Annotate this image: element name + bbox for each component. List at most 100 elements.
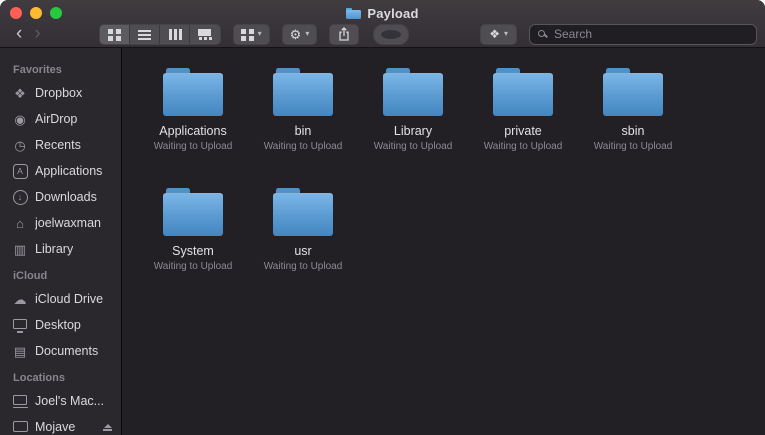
folder-name: sbin [621, 124, 645, 138]
folder-item[interactable]: usr Waiting to Upload [248, 188, 358, 272]
folder-status: Waiting to Upload [263, 141, 343, 152]
view-list-segment[interactable] [130, 24, 160, 44]
folder-icon [383, 68, 443, 116]
window-title-area: Payload [346, 2, 418, 21]
window-title: Payload [367, 5, 419, 21]
folder-name: bin [294, 124, 312, 138]
folder-status: Waiting to Upload [153, 261, 233, 272]
window-header: Payload ‹ › ▾ ⚙ ▾ ❖ ▾ Search [0, 0, 765, 48]
sidebar-item[interactable]: ☁ iCloud Drive [0, 286, 121, 312]
view-column-segment[interactable] [160, 24, 190, 44]
folder-name: System [172, 244, 214, 258]
sidebar-item[interactable]: ❖ Dropbox [0, 80, 121, 106]
finder-window: Payload ‹ › ▾ ⚙ ▾ ❖ ▾ Search Favorites ❖… [0, 0, 765, 435]
sidebar-item-label: Mojave [35, 420, 76, 434]
group-icon [240, 28, 254, 40]
content-area[interactable]: Applications Waiting to Upload bin Waiti… [122, 48, 765, 435]
folder-icon [163, 188, 223, 236]
sidebar-item-label: Library [35, 242, 74, 256]
sidebar-item[interactable]: ◷ Recents [0, 132, 121, 158]
folder-icon [273, 68, 333, 116]
sidebar-item-icon: ▥ [13, 241, 27, 257]
chevron-down-icon: ▾ [503, 29, 508, 38]
folder-item[interactable]: private Waiting to Upload [468, 68, 578, 152]
gear-icon: ⚙ [289, 26, 302, 42]
sidebar-item-icon [11, 189, 29, 205]
folder-icon [493, 68, 553, 116]
sidebar-section-items: ☁ iCloud Drive Desktop ▤ Documents [0, 286, 121, 364]
folder-item[interactable]: Library Waiting to Upload [358, 68, 468, 152]
sidebar-section-title: Favorites [13, 64, 62, 76]
eject-icon[interactable] [103, 424, 112, 431]
back-button[interactable]: ‹ [10, 24, 28, 43]
folder-name: Library [393, 124, 433, 138]
tags-button[interactable] [373, 23, 410, 45]
folder-name: usr [294, 244, 312, 258]
chevron-down-icon: ▾ [257, 29, 262, 38]
sidebar-section-items: Joel's Mac... Mojave [0, 388, 121, 435]
toolbar: ‹ › ▾ ⚙ ▾ ❖ ▾ Search [0, 22, 765, 48]
sidebar-item-icon [11, 318, 29, 333]
sidebar-item[interactable]: ▤ Documents [0, 338, 121, 364]
search-icon [538, 29, 545, 37]
folder-name: Applications [159, 124, 227, 138]
sidebar-item[interactable]: Downloads [0, 184, 121, 210]
sidebar-item-icon: ☁ [13, 291, 27, 307]
sidebar-item[interactable]: Desktop [0, 312, 121, 338]
sidebar: Favorites ❖ Dropbox ◉ AirDrop ◷ Recents … [0, 48, 122, 435]
view-mode-control [98, 23, 221, 45]
sidebar-item[interactable]: ▥ Library [0, 236, 121, 262]
gallery-view-icon [198, 28, 212, 40]
folder-status: Waiting to Upload [263, 261, 343, 272]
search-input[interactable] [530, 24, 756, 44]
sidebar-item-label: Applications [35, 164, 103, 178]
search-field [529, 23, 757, 45]
list-view-icon [137, 28, 151, 40]
share-button[interactable] [329, 23, 360, 45]
sidebar-section-title: Locations [13, 372, 65, 384]
folder-item[interactable]: bin Waiting to Upload [248, 68, 358, 152]
sidebar-item-icon: ▤ [13, 343, 27, 359]
sidebar-item-icon: ❖ [14, 85, 26, 101]
close-button[interactable] [10, 7, 22, 19]
folder-status: Waiting to Upload [153, 141, 233, 152]
folder-status: Waiting to Upload [483, 141, 563, 152]
folder-icon [273, 188, 333, 236]
dropbox-menu-button[interactable]: ❖ ▾ [480, 23, 517, 45]
sidebar-section-title: iCloud [13, 270, 48, 282]
sidebar-section: iCloud ☁ iCloud Drive Desktop ▤ Document… [0, 262, 121, 364]
sidebar-item[interactable]: Applications [0, 158, 121, 184]
forward-button[interactable]: › [28, 24, 46, 43]
folder-status: Waiting to Upload [373, 141, 453, 152]
group-by-button[interactable]: ▾ [232, 23, 270, 45]
zoom-button[interactable] [50, 7, 62, 19]
dropbox-icon: ❖ [489, 27, 500, 41]
titlebar[interactable]: Payload [0, 0, 765, 22]
sidebar-item-label: Documents [35, 344, 99, 358]
minimize-button[interactable] [30, 7, 42, 19]
view-gallery-segment[interactable] [190, 25, 220, 44]
sidebar-item[interactable]: ◉ AirDrop [0, 106, 121, 132]
sidebar-item-icon: ◉ [14, 111, 26, 127]
folder-item[interactable]: Applications Waiting to Upload [138, 68, 248, 152]
sidebar-item[interactable]: Joel's Mac... [0, 388, 121, 414]
sidebar-section-items: ❖ Dropbox ◉ AirDrop ◷ Recents A Applicat… [0, 80, 121, 262]
view-icon-segment[interactable] [99, 24, 130, 44]
folder-item[interactable]: sbin Waiting to Upload [578, 68, 688, 152]
folder-status: Waiting to Upload [593, 141, 673, 152]
sidebar-item-icon [11, 163, 29, 179]
folder-grid: Applications Waiting to Upload bin Waiti… [122, 48, 765, 272]
sidebar-item-label: AirDrop [35, 112, 78, 126]
folder-item[interactable]: System Waiting to Upload [138, 188, 248, 272]
sidebar-item-icon: ⌂ [16, 215, 24, 231]
sidebar-item[interactable]: Mojave [0, 414, 121, 435]
sidebar-item-label: Dropbox [35, 86, 83, 100]
sidebar-item-label: Downloads [35, 190, 97, 204]
sidebar-section: Favorites ❖ Dropbox ◉ AirDrop ◷ Recents … [0, 56, 121, 262]
action-menu-button[interactable]: ⚙ ▾ [281, 23, 318, 45]
traffic-lights [10, 7, 62, 19]
sidebar-item[interactable]: ⌂ joelwaxman [0, 210, 121, 236]
folder-icon [603, 68, 663, 116]
sidebar-item-label: Desktop [35, 318, 81, 332]
icon-view-icon [107, 28, 121, 40]
